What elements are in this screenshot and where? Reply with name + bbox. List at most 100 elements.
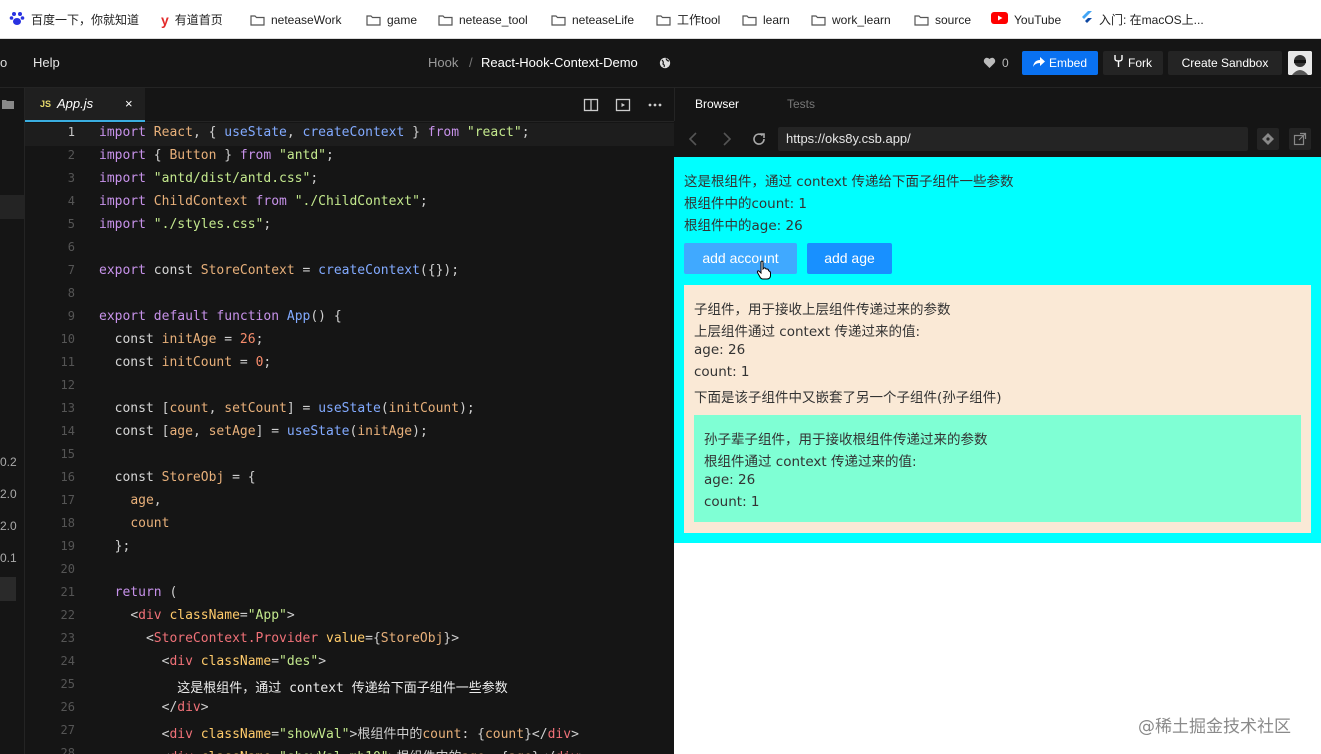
grandchild-component: 孙子辈子组件，用于接收根组件传递过来的参数 根组件通过 context 传递过来… — [694, 415, 1301, 522]
like-count: 0 — [1002, 56, 1009, 70]
hand-pointer-cursor-icon — [756, 260, 772, 285]
bookmark-folder-neteaselife[interactable]: neteaseLife — [551, 0, 634, 39]
open-new-window-icon[interactable] — [1289, 128, 1311, 150]
avatar[interactable] — [1288, 51, 1312, 75]
tab-app-js[interactable]: JS App.js × — [25, 88, 145, 122]
split-view-icon[interactable] — [583, 97, 599, 113]
code-line: import "antd/dist/antd.css"; — [99, 171, 319, 186]
fork-button[interactable]: Fork — [1103, 51, 1163, 75]
sandbox-title[interactable]: React-Hook-Context-Demo — [481, 39, 638, 87]
bookmark-label: 入门: 在macOS上... — [1099, 13, 1204, 27]
line-number: 24 — [60, 654, 75, 668]
flutter-icon — [1081, 11, 1093, 28]
folder-icon — [914, 14, 929, 26]
back-icon[interactable] — [685, 130, 703, 148]
bookmark-label: 工作tool — [677, 13, 721, 27]
bookmark-baidu[interactable]: 百度一下，你就知道 — [9, 0, 139, 39]
line-number: 10 — [60, 332, 75, 346]
code-line: }; — [114, 539, 131, 554]
embed-button[interactable]: Embed — [1022, 51, 1098, 75]
sidebar-value: 2.0 — [0, 487, 17, 501]
line-number: 4 — [67, 194, 75, 208]
code-editor: JS App.js × 1 import React, { useState, c… — [25, 88, 674, 754]
root-age: 根组件中的age: 26 — [684, 218, 803, 234]
refresh-icon[interactable] — [750, 130, 768, 148]
child-context-label: 上层组件通过 context 传递过来的值: — [694, 324, 921, 340]
bookmark-label: 有道首页 — [174, 13, 223, 27]
more-options-icon[interactable] — [647, 97, 663, 113]
code-line: import ChildContext from "./ChildContext… — [99, 194, 428, 209]
watermark: @稀土掘金技术社区 — [1138, 717, 1291, 737]
folder-icon[interactable] — [2, 96, 14, 114]
sidebar-value: 0.2 — [0, 455, 17, 469]
create-sandbox-button[interactable]: Create Sandbox — [1168, 51, 1282, 75]
devtools-icon[interactable] — [1257, 128, 1279, 150]
line-number: 15 — [60, 447, 75, 461]
folder-icon — [438, 14, 453, 26]
line-number: 16 — [60, 470, 75, 484]
bookmark-folder-neteasework[interactable]: neteaseWork — [250, 0, 341, 39]
create-sandbox-label: Create Sandbox — [1181, 56, 1269, 70]
code-line: age, — [130, 493, 162, 508]
fork-label: Fork — [1128, 56, 1152, 70]
js-file-icon: JS — [40, 99, 52, 109]
bookmark-folder-source[interactable]: source — [914, 0, 971, 39]
preview-frame: 这是根组件，通过 context 传递给下面子组件一些参数 根组件中的count… — [674, 157, 1321, 754]
code-line: const initCount = 0; — [114, 355, 272, 370]
bookmark-folder-learn[interactable]: learn — [742, 0, 790, 39]
preview-icon[interactable] — [615, 97, 631, 113]
add-age-button[interactable]: add age — [807, 243, 892, 274]
bookmark-youdao[interactable]: y 有道首页 — [161, 0, 223, 39]
bookmark-flutter[interactable]: 入门: 在macOS上... — [1081, 0, 1204, 39]
forward-icon[interactable] — [717, 130, 735, 148]
code-line: const StoreObj = { — [114, 470, 256, 485]
sidebar-active-row[interactable] — [0, 195, 24, 219]
app-header: o Help Hook / React-Hook-Context-Demo 0 … — [0, 39, 1321, 88]
line-number: 22 — [60, 608, 75, 622]
tab-tests[interactable]: Tests — [787, 88, 815, 121]
bookmark-label: 百度一下，你就知道 — [31, 13, 140, 27]
breadcrumb-parent[interactable]: Hook — [428, 39, 458, 87]
heart-icon[interactable] — [983, 39, 996, 87]
bookmark-label: source — [935, 12, 972, 27]
line-number: 21 — [60, 585, 75, 599]
line-number: 3 — [67, 171, 75, 185]
code-line: import "./styles.css"; — [99, 217, 272, 232]
child-count: count: 1 — [694, 364, 750, 380]
child-age: age: 26 — [694, 342, 746, 358]
bookmark-folder-work-learn[interactable]: work_learn — [811, 0, 891, 39]
root-count: 根组件中的count: 1 — [684, 196, 808, 212]
line-number: 13 — [60, 401, 75, 415]
code-line: export default function App() { — [99, 309, 342, 324]
add-account-button[interactable]: add account — [684, 243, 797, 274]
bookmark-label: neteaseWork — [271, 12, 342, 27]
line-number: 19 — [60, 539, 75, 553]
line-number: 12 — [60, 378, 75, 392]
folder-icon — [742, 14, 757, 26]
bookmark-label: neteaseLife — [572, 12, 635, 27]
grandchild-age: age: 26 — [704, 472, 756, 488]
line-number: 25 — [60, 677, 75, 691]
close-icon[interactable]: × — [125, 96, 133, 111]
bookmark-label: YouTube — [1014, 12, 1062, 27]
youdao-icon: y — [161, 11, 169, 28]
bookmark-folder-netease-tool[interactable]: netease_tool — [438, 0, 528, 39]
folder-icon — [656, 14, 671, 26]
bookmark-youtube[interactable]: YouTube — [991, 0, 1061, 39]
child-description: 子组件，用于接收上层组件传递过来的参数 — [694, 302, 951, 318]
menu-item-cut[interactable]: o — [0, 39, 7, 87]
menu-item-help[interactable]: Help — [33, 39, 60, 87]
share-arrow-icon — [1032, 51, 1045, 75]
bookmark-folder-work-tool[interactable]: 工作tool — [656, 0, 720, 39]
code-area[interactable]: 1 import React, { useState, createContext… — [25, 122, 674, 754]
browser-panel: Browser Tests https://oks8y.csb.app/ 这是根… — [674, 88, 1321, 754]
baidu-paw-icon — [9, 10, 25, 29]
root-component: 这是根组件，通过 context 传递给下面子组件一些参数 根组件中的count… — [674, 157, 1321, 543]
url-input[interactable]: https://oks8y.csb.app/ — [778, 127, 1248, 151]
tab-label: App.js — [57, 96, 94, 111]
bookmark-folder-game[interactable]: game — [366, 0, 417, 39]
fork-icon — [1114, 51, 1123, 75]
line-number: 28 — [60, 746, 75, 754]
tab-browser[interactable]: Browser — [695, 88, 739, 121]
bookmark-label: learn — [763, 12, 790, 27]
